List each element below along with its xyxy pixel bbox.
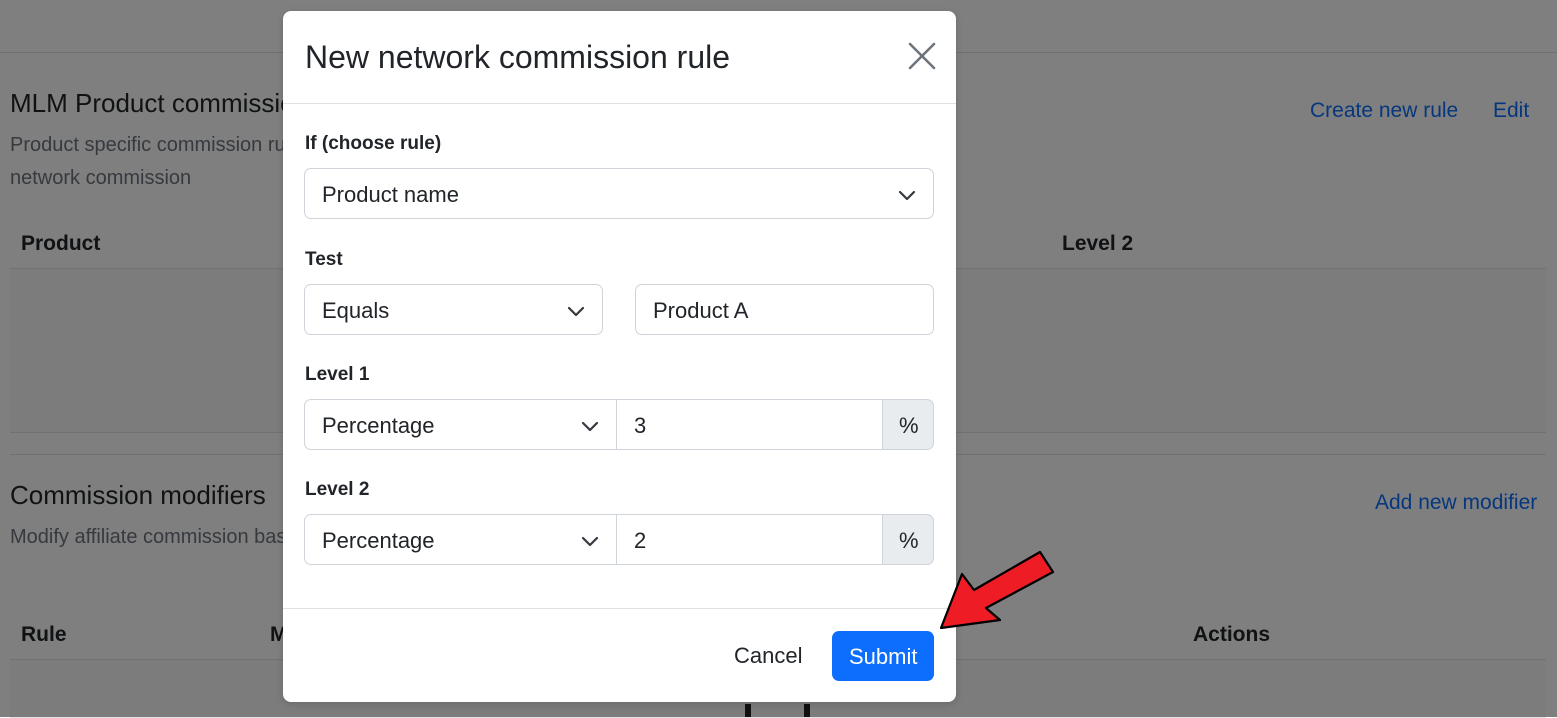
modal-title: New network commission rule bbox=[305, 39, 731, 75]
test-label: Test bbox=[305, 249, 343, 270]
level-2-label: Level 2 bbox=[305, 479, 370, 500]
red-arrow-annotation bbox=[939, 550, 1055, 630]
level-1-type-select[interactable]: Percentage bbox=[304, 399, 617, 450]
rule-select-value: Product name bbox=[322, 182, 459, 207]
level-2-value-text: 2 bbox=[634, 528, 647, 553]
rule-select[interactable]: Product name bbox=[304, 168, 934, 219]
test-value-text: Product A bbox=[653, 298, 749, 323]
chevron-down-icon bbox=[581, 421, 599, 432]
close-icon bbox=[908, 42, 936, 70]
cancel-button[interactable]: Cancel bbox=[734, 643, 802, 669]
level-1-unit: % bbox=[899, 413, 919, 438]
modal-footer: Cancel Submit bbox=[283, 608, 956, 703]
level-2-unit: % bbox=[899, 528, 919, 553]
level-2-type-select[interactable]: Percentage bbox=[304, 514, 617, 565]
level-1-value-text: 3 bbox=[634, 413, 647, 438]
chevron-down-icon bbox=[567, 306, 585, 317]
level-2-value-input[interactable]: 2 bbox=[616, 514, 883, 565]
new-rule-modal: New network commission rule If (choose r… bbox=[283, 11, 956, 702]
level-1-label: Level 1 bbox=[305, 364, 370, 385]
level-2-unit-addon: % bbox=[882, 514, 934, 565]
level-1-value-input[interactable]: 3 bbox=[616, 399, 883, 450]
level-1-type-value: Percentage bbox=[322, 413, 435, 438]
test-operator-value: Equals bbox=[322, 298, 390, 323]
chevron-down-icon bbox=[898, 190, 916, 201]
submit-button-label: Submit bbox=[849, 644, 918, 669]
level-1-unit-addon: % bbox=[882, 399, 934, 450]
level-2-type-value: Percentage bbox=[322, 528, 435, 553]
test-operator-select[interactable]: Equals bbox=[304, 284, 603, 335]
submit-button[interactable]: Submit bbox=[832, 631, 934, 681]
close-button[interactable] bbox=[903, 37, 941, 75]
test-value-input[interactable]: Product A bbox=[635, 284, 934, 335]
rule-label: If (choose rule) bbox=[305, 133, 442, 154]
modal-header: New network commission rule bbox=[283, 11, 956, 104]
chevron-down-icon bbox=[581, 536, 599, 547]
